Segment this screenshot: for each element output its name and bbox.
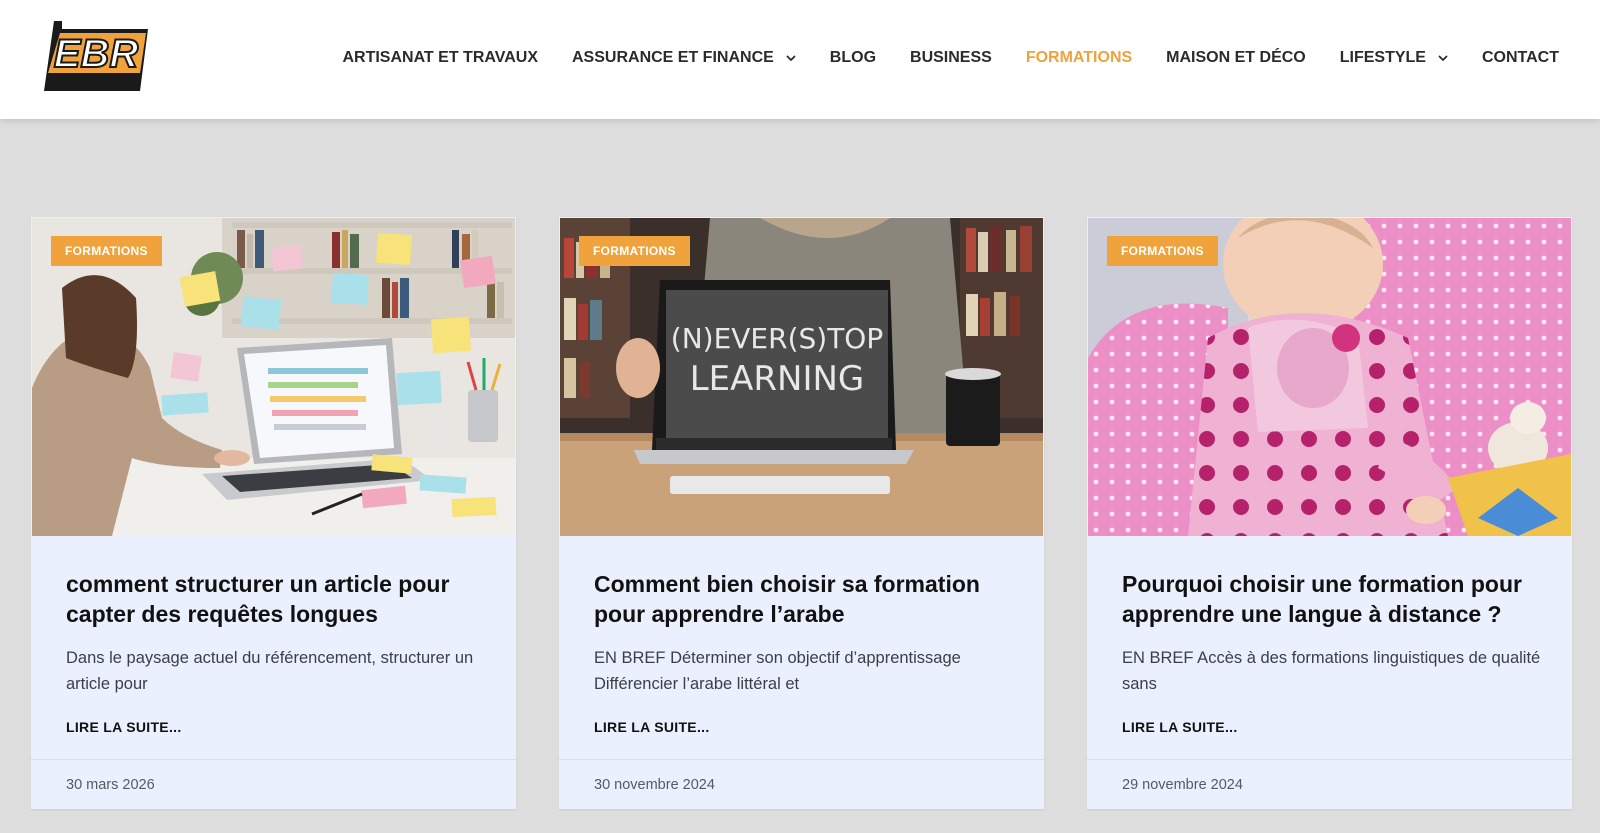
article-title[interactable]: Pourquoi choisir une formation pour appr…	[1122, 569, 1552, 629]
article-title[interactable]: comment structurer un article pour capte…	[66, 569, 496, 629]
nav-item-label: BUSINESS	[910, 49, 992, 66]
article-date: 30 mars 2026	[66, 777, 155, 793]
chevron-down-icon[interactable]	[786, 53, 796, 63]
nav-item-formations[interactable]: FORMATIONS	[1026, 49, 1132, 67]
laptop-screen-text-line2: LEARNING	[690, 359, 865, 399]
nav-item-maison-et-déco[interactable]: MAISON ET DÉCO	[1166, 49, 1306, 67]
read-more-link[interactable]: LIRE LA SUITE...	[66, 719, 182, 735]
nav-item-label: CONTACT	[1481, 49, 1559, 66]
article-date: 30 novembre 2024	[594, 777, 715, 793]
logo-subtitle: NEWS	[50, 79, 130, 93]
read-more-link[interactable]: LIRE LA SUITE...	[1122, 719, 1238, 735]
site-logo[interactable]: EBR NEWS	[40, 19, 156, 99]
article-date: 29 novembre 2024	[1122, 777, 1243, 793]
article-excerpt: EN BREF Déterminer son objectif d’appren…	[594, 649, 961, 693]
card-divider	[559, 759, 1044, 760]
nav-item-label: LIFESTYLE	[1339, 49, 1426, 66]
nav-item-label: FORMATIONS	[1025, 49, 1133, 66]
article-excerpt: Dans le paysage actuel du référencement,…	[66, 649, 474, 693]
card-divider	[31, 759, 516, 760]
nav-item-artisanat-et-travaux[interactable]: ARTISANAT ET TRAVAUX	[342, 49, 538, 67]
main-nav: ARTISANAT ET TRAVAUX ASSURANCE ET FINANCE…	[342, 43, 1559, 73]
nav-item-lifestyle[interactable]: LIFESTYLE	[1340, 49, 1448, 67]
nav-item-contact[interactable]: CONTACT	[1482, 49, 1559, 67]
nav-item-business[interactable]: BUSINESS	[910, 49, 992, 67]
read-more-link[interactable]: LIRE LA SUITE...	[594, 719, 710, 735]
category-badge[interactable]: FORMATIONS	[579, 236, 690, 266]
category-badge[interactable]: FORMATIONS	[1107, 236, 1218, 266]
article-excerpt: EN BREF Accès à des formations linguisti…	[1122, 649, 1541, 693]
article-card[interactable]: (N)EVER(S)TOP LEARNING FORMATIONS Commen…	[559, 217, 1044, 809]
nav-item-assurance-et-finance[interactable]: ASSURANCE ET FINANCE	[572, 49, 796, 67]
category-badge[interactable]: FORMATIONS	[51, 236, 162, 266]
laptop-screen-text-line1: (N)EVER(S)TOP	[671, 322, 883, 355]
article-grid: FORMATIONS comment structurer un article…	[31, 217, 1573, 809]
site-header: EBR NEWS ARTISANAT ET TRAVAUX ASSURANCE E…	[0, 0, 1600, 119]
card-divider	[1087, 759, 1572, 760]
logo-text: EBR	[54, 32, 139, 76]
nav-item-label: MAISON ET DÉCO	[1166, 49, 1306, 66]
nav-item-label: ASSURANCE ET FINANCE	[572, 49, 774, 66]
nav-item-label: ARTISANAT ET TRAVAUX	[342, 49, 538, 66]
article-title[interactable]: Comment bien choisir sa formation pour a…	[594, 569, 1024, 629]
nav-item-blog[interactable]: BLOG	[830, 49, 876, 67]
chevron-down-icon[interactable]	[1438, 53, 1448, 63]
nav-item-label: BLOG	[829, 49, 877, 66]
article-card[interactable]: FORMATIONS comment structurer un article…	[31, 217, 516, 809]
article-card[interactable]: FORMATIONS Pourquoi choisir une formatio…	[1087, 217, 1572, 809]
